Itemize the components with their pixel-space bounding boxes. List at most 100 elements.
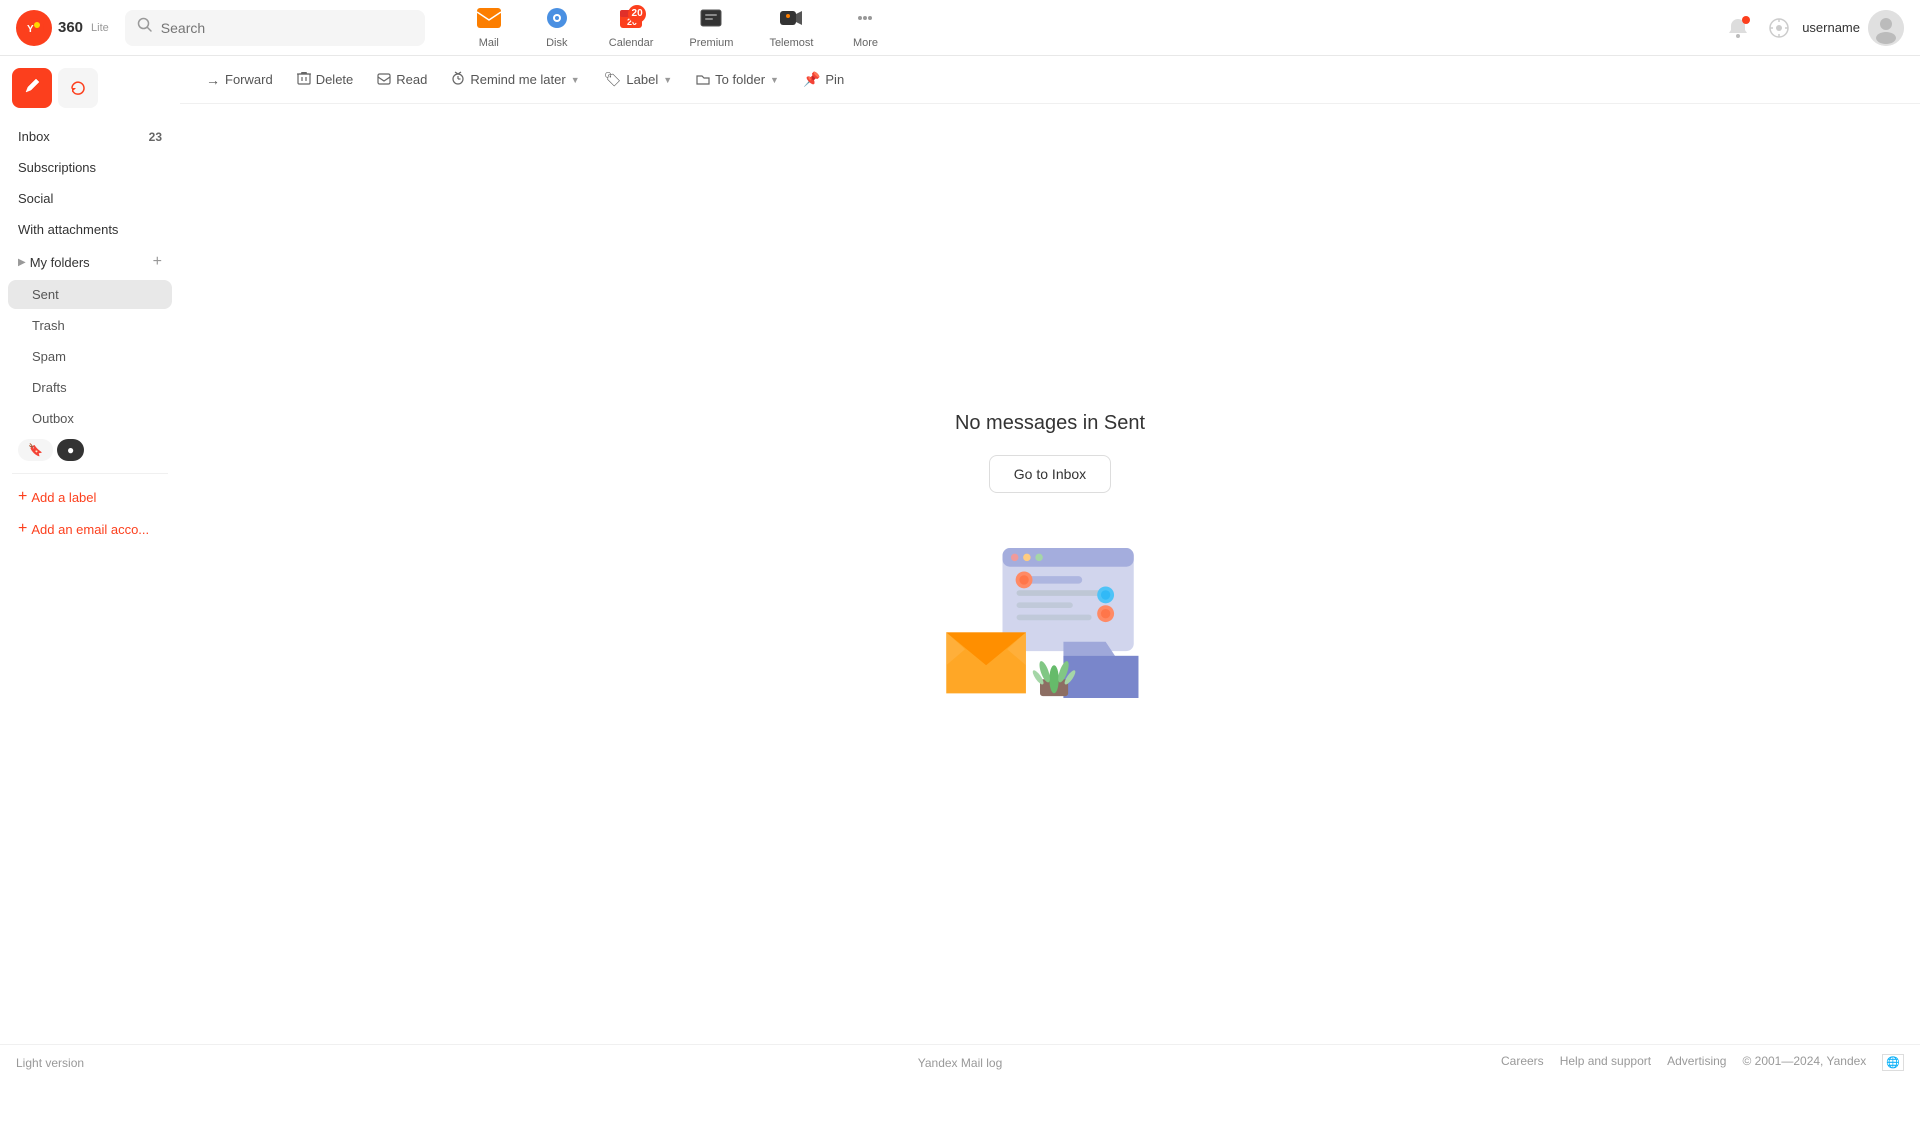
disk-nav-label: Disk: [546, 37, 567, 49]
spam-label: Spam: [32, 349, 66, 364]
sidebar-item-social[interactable]: Social: [8, 184, 172, 213]
light-version-link[interactable]: Light version: [16, 1056, 84, 1070]
add-label-plus: +: [18, 488, 27, 506]
nav-item-calendar[interactable]: 20 20 Calendar: [593, 1, 670, 55]
compose-area: [8, 68, 172, 108]
notification-dot: [1742, 16, 1750, 24]
sidebar-item-spam[interactable]: Spam: [8, 342, 172, 371]
nav-item-more[interactable]: More: [833, 1, 897, 55]
add-folder-icon[interactable]: +: [153, 253, 162, 271]
pin-icon: 📌: [803, 71, 820, 88]
calendar-nav-label: Calendar: [609, 37, 654, 49]
sent-illustration: [890, 513, 1210, 713]
more-nav-label: More: [853, 37, 878, 49]
label-filters: 🔖 ●: [8, 435, 172, 465]
nav-item-telemost[interactable]: Telemost: [753, 1, 829, 55]
sidebar-divider: [12, 473, 168, 474]
add-label-button[interactable]: + Add a label: [8, 482, 172, 512]
more-nav-icon: [852, 7, 878, 35]
user-name: username: [1802, 20, 1860, 35]
telemost-nav-icon: [778, 7, 804, 35]
help-link[interactable]: Help and support: [1560, 1054, 1651, 1071]
user-menu[interactable]: username: [1802, 10, 1904, 46]
remind-icon: [451, 71, 465, 88]
search-input[interactable]: [161, 20, 413, 36]
go-inbox-button[interactable]: Go to Inbox: [989, 455, 1111, 493]
delete-icon: [297, 71, 311, 88]
add-account-button[interactable]: + Add an email acco...: [8, 514, 172, 544]
to-folder-button[interactable]: To folder ▼: [686, 66, 789, 94]
label-arrow: ▼: [663, 75, 672, 85]
delete-label: Delete: [316, 72, 354, 87]
footer-right: Careers Help and support Advertising © 2…: [1501, 1054, 1904, 1071]
add-account-plus: +: [18, 520, 27, 538]
logo-lite-text: Lite: [91, 22, 109, 34]
pin-button[interactable]: 📌 Pin: [793, 65, 854, 94]
remind-button[interactable]: Remind me later ▼: [441, 65, 589, 94]
label-icon: 🏷: [604, 71, 622, 88]
svg-text:Y: Y: [27, 24, 34, 35]
main-content: → Forward Delete Read Remind me later: [180, 56, 1920, 1080]
my-folders-chevron: ▶: [18, 257, 26, 268]
label-button[interactable]: 🏷 Label ▼: [594, 65, 683, 94]
sidebar-item-subscriptions[interactable]: Subscriptions: [8, 153, 172, 182]
delete-button[interactable]: Delete: [287, 65, 364, 94]
add-label-text: Add a label: [31, 490, 96, 505]
sidebar-item-outbox[interactable]: Outbox: [8, 404, 172, 433]
logo-360-text: 360: [58, 19, 83, 36]
compose-button[interactable]: [12, 68, 52, 108]
inbox-count: 23: [149, 130, 162, 144]
refresh-button[interactable]: [58, 68, 98, 108]
read-icon: [377, 72, 391, 88]
sidebar-item-inbox[interactable]: Inbox 23: [8, 122, 172, 151]
logo-icon: Y: [16, 10, 52, 46]
remind-arrow: ▼: [571, 75, 580, 85]
add-account-text: Add an email acco...: [31, 522, 149, 537]
inbox-label: Inbox: [18, 129, 50, 144]
subscriptions-label: Subscriptions: [18, 160, 96, 175]
to-folder-label: To folder: [715, 72, 765, 87]
copyright-text: © 2001—2024, Yandex: [1742, 1054, 1866, 1071]
label-btn-label: Label: [626, 72, 658, 87]
sidebar-item-sent[interactable]: Sent: [8, 280, 172, 309]
empty-state: No messages in Sent Go to Inbox: [180, 104, 1920, 1080]
settings-icon[interactable]: [1768, 17, 1790, 39]
notification-button[interactable]: [1720, 10, 1756, 46]
forward-icon: →: [206, 72, 220, 88]
trash-label: Trash: [32, 318, 65, 333]
label-filter-bookmark[interactable]: 🔖: [18, 439, 53, 461]
forward-label: Forward: [225, 72, 273, 87]
sidebar-item-with-attachments[interactable]: With attachments: [8, 215, 172, 244]
sidebar-my-folders[interactable]: ▶ My folders +: [8, 246, 172, 278]
read-button[interactable]: Read: [367, 66, 437, 94]
language-icon[interactable]: 🌐: [1882, 1054, 1904, 1071]
disk-nav-icon: [544, 7, 570, 35]
remind-label: Remind me later: [470, 72, 565, 87]
mail-nav-icon: [476, 7, 502, 35]
header-right: username: [1720, 10, 1904, 46]
read-label: Read: [396, 72, 427, 87]
premium-nav-label: Premium: [689, 37, 733, 49]
my-folders-label: My folders: [30, 255, 90, 270]
nav-item-mail[interactable]: Mail: [457, 1, 521, 55]
nav-item-disk[interactable]: Disk: [525, 1, 589, 55]
telemost-nav-label: Telemost: [769, 37, 813, 49]
footer: Light version Yandex Mail log Careers He…: [0, 1044, 1920, 1080]
mail-log-link[interactable]: Yandex Mail log: [918, 1056, 1003, 1070]
advertising-link[interactable]: Advertising: [1667, 1054, 1726, 1071]
sent-label: Sent: [32, 287, 59, 302]
logo[interactable]: Y 360 Lite: [16, 10, 109, 46]
label-filter-dot[interactable]: ●: [57, 439, 84, 461]
outbox-label: Outbox: [32, 411, 74, 426]
empty-title: No messages in Sent: [955, 412, 1145, 435]
to-folder-arrow: ▼: [770, 75, 779, 85]
search-bar[interactable]: [125, 10, 425, 46]
premium-nav-icon: [698, 7, 724, 35]
forward-button[interactable]: → Forward: [196, 66, 283, 94]
sidebar-item-drafts[interactable]: Drafts: [8, 373, 172, 402]
social-label: Social: [18, 191, 53, 206]
careers-link[interactable]: Careers: [1501, 1054, 1544, 1071]
search-icon: [137, 17, 153, 38]
sidebar-item-trash[interactable]: Trash: [8, 311, 172, 340]
nav-item-premium[interactable]: Premium: [673, 1, 749, 55]
